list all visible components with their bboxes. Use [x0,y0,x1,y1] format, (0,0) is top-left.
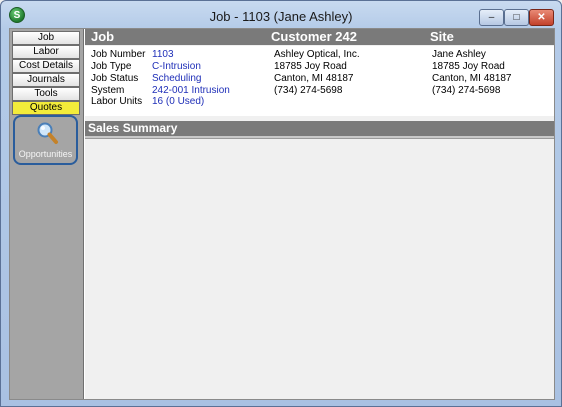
sidebar: Job Labor Cost Details Journals Tools Qu… [10,29,84,399]
opportunities-label: Opportunities [18,149,73,159]
magnifier-icon [37,122,59,151]
customer-name: Ashley Optical, Inc. [274,49,360,60]
job-header: Job [91,29,115,44]
client-area: Job Labor Cost Details Journals Tools Qu… [9,28,555,400]
site-city: Canton, MI 48187 [432,73,512,84]
tab-cost-details[interactable]: Cost Details [12,59,80,73]
close-button[interactable]: ✕ [529,9,554,26]
site-phone: (734) 274-5698 [432,85,501,96]
main-panel: Job Customer 242 Site Job Number 1103 Jo… [85,29,554,399]
customer-street: 18785 Joy Road [274,61,347,72]
customer-header: Customer 242 [271,29,357,44]
section-header-band: Job Customer 242 Site [85,29,554,45]
tab-tools[interactable]: Tools [12,87,80,101]
job-number-value[interactable]: 1103 [152,49,174,61]
job-type-label: Job Type [91,61,132,72]
site-name: Jane Ashley [432,49,486,60]
title-bar[interactable]: S Job - 1103 (Jane Ashley) – □ ✕ [1,1,561,31]
job-status-label: Job Status [91,73,139,84]
job-number-label: Job Number [91,49,146,60]
section-divider [85,138,554,139]
sales-summary-title: Sales Summary [88,121,178,135]
tab-labor[interactable]: Labor [12,45,80,59]
window-title: Job - 1103 (Jane Ashley) [209,9,353,24]
labor-units-label: Labor Units [91,96,143,107]
opportunities-button[interactable]: Opportunities [13,115,78,165]
labor-units-value[interactable]: 16 (0 Used) [152,96,204,108]
customer-city: Canton, MI 48187 [274,73,354,84]
job-status-value[interactable]: Scheduling [152,73,201,85]
tab-journals[interactable]: Journals [12,73,80,87]
job-window: S Job - 1103 (Jane Ashley) – □ ✕ Job Lab… [0,0,562,407]
minimize-button[interactable]: – [479,9,504,26]
job-info: Job Number 1103 Job Type C-Intrusion Job… [85,46,554,116]
tab-job[interactable]: Job [12,31,80,45]
maximize-button[interactable]: □ [504,9,529,26]
site-street: 18785 Joy Road [432,61,505,72]
tab-quotes[interactable]: Quotes [12,101,80,115]
job-type-value[interactable]: C-Intrusion [152,61,201,73]
sales-summary-header[interactable]: Sales Summary [85,121,554,138]
site-header: Site [430,29,454,44]
customer-phone: (734) 274-5698 [274,85,343,96]
